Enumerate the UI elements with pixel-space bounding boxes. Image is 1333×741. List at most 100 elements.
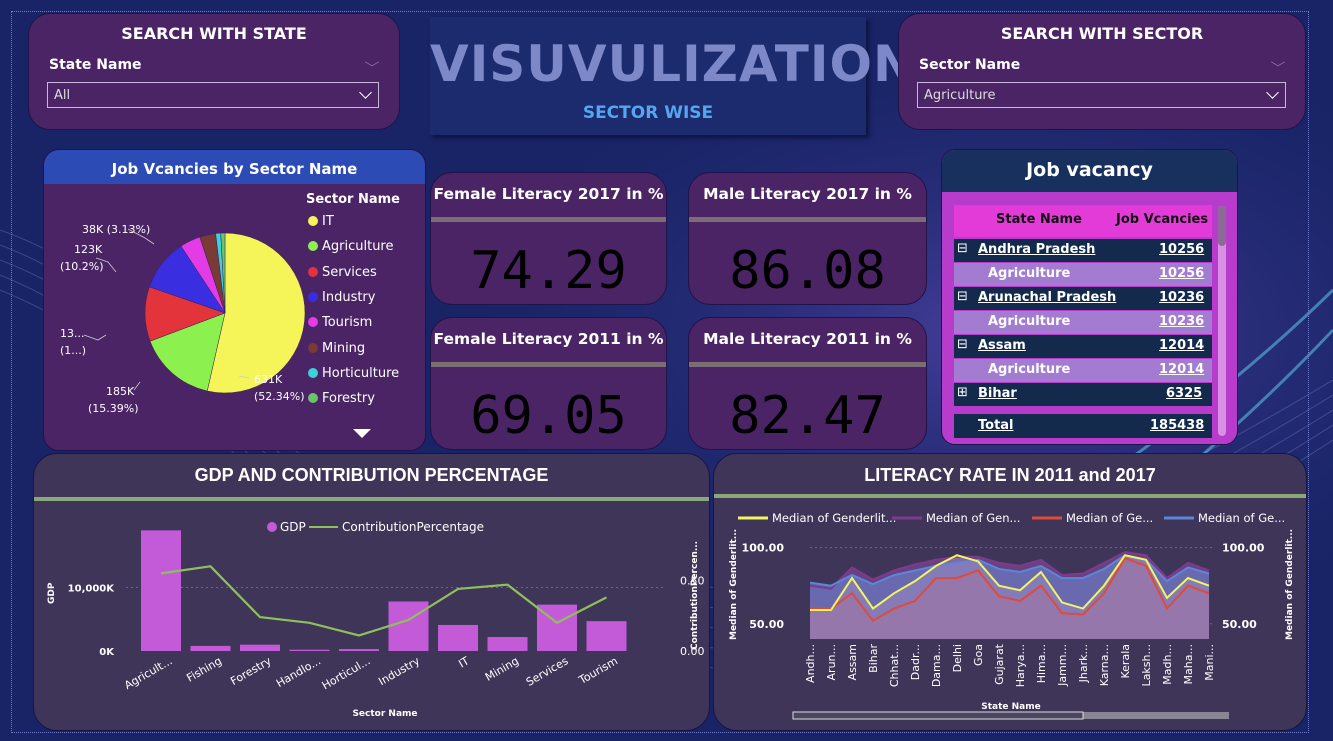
data-label: (10.2%) [60, 260, 104, 273]
vacancy-value[interactable]: 12014 [1159, 362, 1204, 377]
pie-chart-panel: Job Vcancies by Sector Name Sector Name … [43, 149, 426, 451]
state-name-link[interactable]: Andhra Pradesh [978, 242, 1095, 257]
x-tick: Andh... [804, 644, 817, 683]
x-tick: Mani... [1203, 644, 1216, 681]
chevron-down-icon [1266, 86, 1279, 99]
state-slicer-label: State Name [49, 57, 142, 73]
state-slicer: SEARCH WITH STATE State Name All [28, 13, 400, 130]
legend-label: Median of Genderlit... [772, 511, 896, 525]
state-dropdown[interactable]: All [47, 82, 379, 108]
data-label: (15.39%) [88, 402, 139, 415]
x-tick: Mining [483, 654, 521, 684]
x-tick: Jhark... [1077, 644, 1090, 683]
job-vacancy-panel: Job vacancy State Name Job Vcancies ⊟ And… [941, 149, 1238, 445]
legend-label: Median of Ge... [1198, 511, 1285, 525]
literacy-area-chart[interactable]: Median of Genderlit... Median of Gen... Me… [714, 454, 1307, 731]
sector-name: Agriculture [988, 266, 1071, 281]
job-vacancy-title: Job vacancy [1026, 159, 1153, 181]
legend-scroll-down-icon[interactable] [353, 429, 371, 438]
sector-slicer-collapse-icon[interactable] [1270, 57, 1286, 67]
x-tick: Gujarat [993, 643, 1006, 685]
vacancy-value[interactable]: 12014 [1159, 338, 1204, 353]
card-male-2011: Male Literacy 2011 in % 82.47 [688, 317, 927, 450]
card-female-2011: Female Literacy 2011 in % 69.05 [430, 317, 667, 450]
expand-icon[interactable]: ⊞ [957, 385, 968, 400]
sector-slicer-label: Sector Name [919, 57, 1021, 73]
y2-tick: 50.00 [1222, 618, 1257, 631]
total-label: Total [978, 418, 1014, 433]
page-subtitle: SECTOR WISE [582, 103, 714, 123]
legend-label: Median of Ge... [1066, 511, 1153, 525]
y2-axis-title: ContributionPercen... [690, 541, 700, 650]
gdp-combo-chart[interactable]: GDP ContributionPercentage0K10,000K0.000.… [34, 454, 710, 731]
table-scrollbar[interactable] [1218, 206, 1226, 436]
vacancy-value[interactable]: 10256 [1159, 266, 1204, 281]
bar-gdp[interactable] [190, 645, 231, 651]
data-label: 13... [60, 327, 85, 340]
card-title: Female Literacy 2011 in % [433, 330, 664, 348]
sector-dropdown-value: Agriculture [924, 88, 996, 103]
card-female-2017: Female Literacy 2017 in % 74.29 [430, 172, 667, 305]
vacancy-value[interactable]: 6325 [1166, 386, 1202, 401]
bar-gdp[interactable] [289, 649, 330, 651]
x-tick: Hima... [1035, 644, 1048, 683]
x-tick: Dama... [930, 644, 943, 687]
column-header-vacancies[interactable]: Job Vcancies [1116, 212, 1208, 227]
bar-gdp[interactable] [487, 637, 528, 651]
x-axis-title: State Name [981, 702, 1040, 712]
x-tick: Services [524, 654, 571, 689]
sector-name: Agriculture [988, 362, 1071, 377]
x-tick: Industry [376, 654, 422, 688]
legend-label: Median of Gen... [926, 511, 1020, 525]
bar-gdp[interactable] [438, 624, 478, 651]
x-tick: Bihar [867, 644, 880, 673]
data-label: 631K [254, 373, 283, 386]
literacy-panel: LITERACY RATE IN 2011 and 2017 Median of… [713, 453, 1307, 731]
state-name-link[interactable]: Assam [978, 338, 1026, 353]
bar-gdp[interactable] [339, 649, 379, 651]
collapse-icon[interactable]: ⊟ [957, 241, 968, 256]
x-tick: IT [456, 654, 471, 670]
scrollbar-thumb[interactable] [1218, 206, 1226, 246]
collapse-icon[interactable]: ⊟ [957, 289, 968, 304]
data-label: 38K (3.13%) [82, 223, 150, 236]
bar-gdp[interactable] [240, 644, 280, 651]
y-axis-title: Median of Genderlit... [729, 529, 739, 640]
x-scrollbar-thumb[interactable] [792, 711, 1084, 720]
bar-gdp[interactable] [586, 621, 627, 651]
page-title: VISUVULIZATION [430, 35, 916, 93]
gdp-panel: GDP AND CONTRIBUTION PERCENTAGE GDP Contr… [33, 453, 710, 731]
vacancy-value[interactable]: 10236 [1159, 290, 1204, 305]
y-tick: 50.00 [749, 618, 784, 631]
bar-gdp[interactable] [141, 530, 181, 651]
sector-name: Agriculture [988, 314, 1071, 329]
sector-slicer: SEARCH WITH SECTOR Sector Name Agricultu… [898, 13, 1306, 130]
pie-chart[interactable]: 38K (3.13%) 123K (10.2%) 13... (1...) 18… [44, 150, 426, 451]
card-value: 82.47 [729, 386, 886, 446]
state-name-link[interactable]: Bihar [978, 386, 1017, 401]
card-title: Female Literacy 2017 in % [433, 185, 664, 203]
state-dropdown-value: All [54, 88, 71, 103]
chevron-down-icon [359, 86, 372, 99]
legend-label-gdp: GDP [280, 520, 306, 534]
sector-dropdown[interactable]: Agriculture [917, 82, 1286, 108]
vacancy-value[interactable]: 10236 [1159, 314, 1204, 329]
column-header-state[interactable]: State Name [996, 212, 1082, 227]
card-title: Male Literacy 2011 in % [703, 330, 912, 348]
card-male-2017: Male Literacy 2017 in % 86.08 [688, 172, 927, 305]
x-tick: Handlo... [274, 654, 323, 690]
y2-tick: 100.00 [1222, 542, 1265, 555]
state-slicer-collapse-icon[interactable] [364, 57, 380, 67]
y-tick: 100.00 [742, 542, 785, 555]
y-axis-title: GDP [47, 582, 57, 604]
x-tick: Harya... [1014, 644, 1027, 687]
bar-gdp[interactable] [388, 601, 429, 651]
state-name-link[interactable]: Arunachal Pradesh [978, 290, 1116, 305]
data-label: (1...) [60, 344, 86, 357]
total-value: 185438 [1150, 418, 1205, 433]
x-tick: Laksh... [1140, 644, 1153, 686]
y-tick: 10,000K [68, 584, 116, 595]
collapse-icon[interactable]: ⊟ [957, 337, 968, 352]
x-tick: Horticul... [320, 654, 373, 692]
vacancy-value[interactable]: 10256 [1159, 242, 1204, 257]
